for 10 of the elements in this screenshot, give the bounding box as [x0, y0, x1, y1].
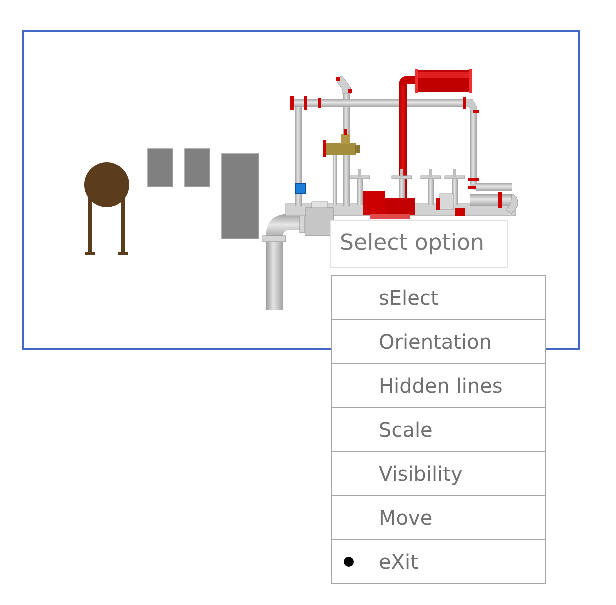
menu-item[interactable]: Hidden lines [332, 364, 545, 408]
menu-item[interactable]: sElect [332, 276, 545, 320]
menu-item[interactable]: Scale [332, 408, 545, 452]
menu-item[interactable]: eXit [332, 540, 545, 583]
equipment-block [184, 148, 210, 188]
menu-item[interactable]: Orientation [332, 320, 545, 364]
menu-item[interactable]: Move [332, 496, 545, 540]
prompt-tooltip: Select option [330, 220, 508, 268]
menu-item[interactable]: Visibility [332, 452, 545, 496]
equipment-block [148, 148, 174, 188]
